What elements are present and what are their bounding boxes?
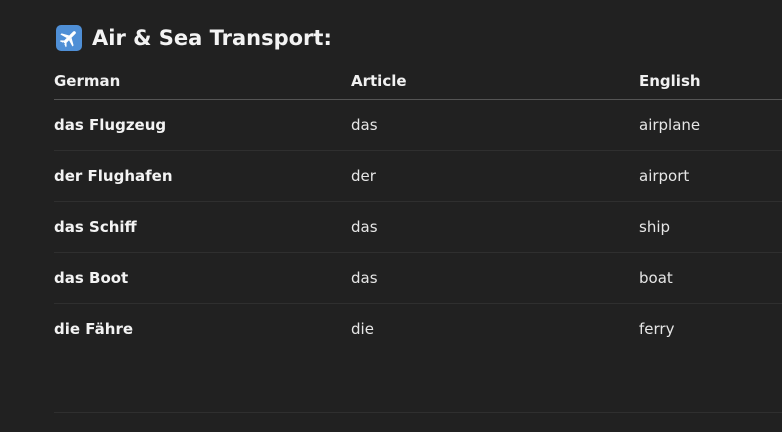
table-row: das Boot das boat xyxy=(54,252,782,304)
section-divider xyxy=(54,412,782,413)
german-cell: das Schiff xyxy=(54,201,351,253)
article-cell: der xyxy=(351,150,639,202)
english-cell: boat xyxy=(639,252,782,304)
table-header-row: German Article English xyxy=(54,63,782,100)
section-heading: Air & Sea Transport: xyxy=(56,22,332,54)
german-cell: die Fähre xyxy=(54,320,134,338)
vocabulary-table: German Article English das Flugzeug das … xyxy=(54,63,782,354)
german-cell: das Boot xyxy=(54,252,351,304)
column-header-english: English xyxy=(639,63,782,100)
table-row: das Schiff das ship xyxy=(54,201,782,253)
english-cell: ferry xyxy=(639,320,675,338)
english-cell: airport xyxy=(639,150,782,202)
english-cell: ship xyxy=(639,201,782,253)
article-cell: das xyxy=(351,201,639,253)
english-cell: airplane xyxy=(639,99,782,151)
page: Air & Sea Transport: German Article Engl… xyxy=(0,0,782,432)
article-cell: die xyxy=(351,320,374,338)
table-row: das Flugzeug das airplane xyxy=(54,99,782,151)
german-cell: der Flughafen xyxy=(54,150,351,202)
section-title: Air & Sea Transport: xyxy=(92,26,332,50)
german-cell: das Flugzeug xyxy=(54,99,351,151)
table-row: der Flughafen der airport xyxy=(54,150,782,202)
article-cell: das xyxy=(351,99,639,151)
table-row: die Fähre die ferry xyxy=(54,304,782,355)
article-cell: das xyxy=(351,252,639,304)
airplane-icon xyxy=(56,25,82,51)
column-header-article: Article xyxy=(351,63,639,100)
column-header-german: German xyxy=(54,63,351,100)
